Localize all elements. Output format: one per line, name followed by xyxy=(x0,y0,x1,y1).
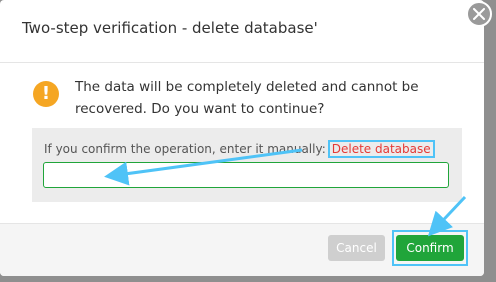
confirmation-input[interactable] xyxy=(43,162,449,188)
warning-icon: ! xyxy=(33,81,59,107)
confirmation-keyword: Delete database xyxy=(327,140,435,158)
cancel-button[interactable]: Cancel xyxy=(328,235,385,261)
confirmation-hint: If you confirm the operation, enter it m… xyxy=(44,140,435,158)
close-button[interactable] xyxy=(466,1,492,27)
close-icon xyxy=(473,8,485,20)
hint-prefix: If you confirm the operation, enter it m… xyxy=(44,142,326,156)
warning-message: The data will be completely deleted and … xyxy=(75,79,419,117)
confirm-button[interactable]: Confirm xyxy=(396,235,464,261)
delete-database-dialog: Two-step verification - delete database'… xyxy=(0,0,484,276)
confirmation-panel: If you confirm the operation, enter it m… xyxy=(32,128,462,202)
dialog-footer: Cancel Confirm xyxy=(0,223,484,276)
dialog-header: Two-step verification - delete database' xyxy=(0,0,484,63)
dialog-title: Two-step verification - delete database' xyxy=(22,19,318,37)
